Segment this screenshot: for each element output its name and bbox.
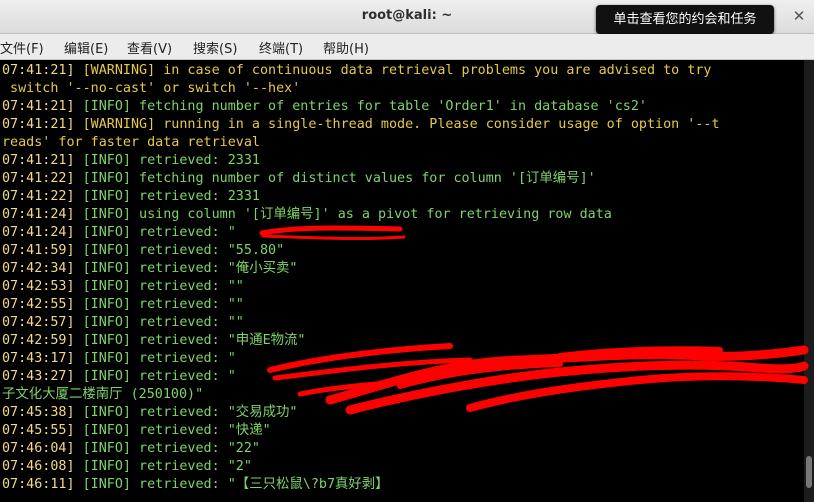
terminal-line: 07:42:55] [INFO] retrieved: "" — [2, 296, 244, 314]
log-message: reads' for faster data retrieval — [2, 135, 260, 150]
log-timestamp: 07:41:24] — [2, 207, 75, 222]
log-timestamp: 07:41:21] — [2, 117, 75, 132]
terminal-line: 07:41:22] [INFO] retrieved: 2331 — [2, 188, 260, 206]
log-message: [INFO] retrieved: "俺小买卖" — [74, 261, 298, 276]
menu-terminal[interactable]: 终端(T) — [259, 38, 303, 57]
terminal-line: 子文化大厦二楼南厅 (250100)" — [2, 386, 203, 404]
scrollbar-thumb[interactable] — [806, 456, 812, 488]
terminal-line: 07:43:27] [INFO] retrieved: " — [2, 368, 236, 386]
terminal-line: 07:41:24] [INFO] using column '[订单编号]' a… — [2, 206, 612, 224]
terminal-line: 07:42:57] [INFO] retrieved: "" — [2, 314, 244, 332]
log-message: [INFO] retrieved: "55.80" — [74, 243, 285, 258]
log-timestamp: 07:41:21] — [2, 99, 75, 114]
terminal-line: reads' for faster data retrieval — [2, 134, 260, 152]
terminal-line: 07:42:59] [INFO] retrieved: "申通E物流" — [2, 332, 306, 350]
log-timestamp: 07:42:53] — [2, 279, 75, 294]
log-message: 子文化大厦二楼南厅 (250100)" — [2, 387, 204, 402]
log-timestamp: 07:42:57] — [2, 315, 75, 330]
log-message: [INFO] retrieved: 2331 — [74, 189, 260, 204]
log-timestamp: 07:43:27] — [2, 369, 75, 384]
log-message: [WARNING] in case of continuous data ret… — [74, 63, 712, 78]
terminal-line: 07:41:21] [INFO] fetching number of entr… — [2, 98, 647, 116]
menu-edit[interactable]: 编辑(E) — [64, 38, 108, 57]
log-message: [INFO] fetching number of entries for ta… — [74, 99, 647, 114]
log-timestamp: 07:41:22] — [2, 171, 75, 186]
log-message: [INFO] retrieved: "22" — [74, 441, 260, 456]
log-message: [INFO] using column '[订单编号]' as a pivot … — [74, 207, 612, 222]
log-message: [INFO] retrieved: " — [74, 225, 236, 240]
log-timestamp: 07:42:59] — [2, 333, 75, 348]
calendar-tooltip: 单击查看您的约会和任务 — [596, 5, 774, 34]
log-timestamp: 07:42:55] — [2, 297, 75, 312]
terminal-line: 07:41:24] [INFO] retrieved: " — [2, 224, 236, 242]
log-timestamp: 07:45:38] — [2, 405, 75, 420]
terminal-line: 07:46:04] [INFO] retrieved: "22" — [2, 440, 260, 458]
log-message: [INFO] retrieved: 2331 — [74, 153, 260, 168]
terminal-line: 07:41:59] [INFO] retrieved: "55.80" — [2, 242, 284, 260]
log-message: [INFO] retrieved: " — [74, 369, 236, 384]
menu-search[interactable]: 搜索(S) — [193, 38, 237, 57]
menu-help[interactable]: 帮助(H) — [323, 38, 369, 57]
menu-bar: 文件(F) 编辑(E) 查看(V) 搜索(S) 终端(T) 帮助(H) — [0, 34, 814, 60]
log-timestamp: 07:46:04] — [2, 441, 75, 456]
scrollbar-track[interactable] — [804, 60, 814, 502]
menu-view[interactable]: 查看(V) — [127, 38, 172, 57]
log-timestamp: 07:46:11] — [2, 477, 75, 492]
log-timestamp: 07:46:08] — [2, 459, 75, 474]
log-timestamp: 07:41:22] — [2, 189, 75, 204]
terminal-line: 07:41:21] [INFO] retrieved: 2331 — [2, 152, 260, 170]
terminal-line: 07:43:17] [INFO] retrieved: " — [2, 350, 236, 368]
log-timestamp: 07:43:17] — [2, 351, 75, 366]
close-icon[interactable]: ✕ — [786, 4, 812, 28]
log-message: [INFO] fetching number of distinct value… — [74, 171, 596, 186]
log-message: [INFO] retrieved: "" — [74, 315, 244, 330]
log-message: [WARNING] running in a single-thread mod… — [74, 117, 720, 132]
log-message: [INFO] retrieved: "" — [74, 279, 244, 294]
log-message: [INFO] retrieved: "交易成功" — [74, 405, 298, 420]
log-timestamp: 07:42:34] — [2, 261, 75, 276]
terminal-line: 07:41:22] [INFO] fetching number of dist… — [2, 170, 596, 188]
terminal-line: 07:41:21] [WARNING] in case of continuou… — [2, 62, 711, 80]
terminal-line: 07:45:55] [INFO] retrieved: "快递" — [2, 422, 271, 440]
terminal-line: 07:41:21] [WARNING] running in a single-… — [2, 116, 720, 134]
terminal-line: 07:46:08] [INFO] retrieved: "2" — [2, 458, 252, 476]
log-timestamp: 07:41:21] — [2, 153, 75, 168]
terminal-output[interactable]: 07:41:21] [WARNING] in case of continuou… — [0, 60, 804, 502]
log-message: switch '--no-cast' or switch '--hex' — [2, 81, 301, 96]
log-message: [INFO] retrieved: "申通E物流" — [74, 333, 306, 348]
log-timestamp: 07:41:21] — [2, 63, 75, 78]
log-message: [INFO] retrieved: "" — [74, 297, 244, 312]
log-timestamp: 07:41:24] — [2, 225, 75, 240]
log-message: [INFO] retrieved: "快递" — [74, 423, 271, 438]
terminal-line: 07:42:53] [INFO] retrieved: "" — [2, 278, 244, 296]
log-message: [INFO] retrieved: "2" — [74, 459, 252, 474]
terminal-line: 07:42:34] [INFO] retrieved: "俺小买卖" — [2, 260, 297, 278]
log-message: [INFO] retrieved: " — [74, 351, 236, 366]
log-timestamp: 07:41:59] — [2, 243, 75, 258]
terminal-line: switch '--no-cast' or switch '--hex' — [2, 80, 300, 98]
menu-file[interactable]: 文件(F) — [0, 38, 44, 57]
log-timestamp: 07:45:55] — [2, 423, 75, 438]
terminal-line: 07:45:38] [INFO] retrieved: "交易成功" — [2, 404, 297, 422]
terminal-line: 07:46:11] [INFO] retrieved: "【三只松鼠\?b7真好… — [2, 476, 389, 494]
log-message: [INFO] retrieved: "【三只松鼠\?b7真好剥】 — [74, 477, 389, 492]
